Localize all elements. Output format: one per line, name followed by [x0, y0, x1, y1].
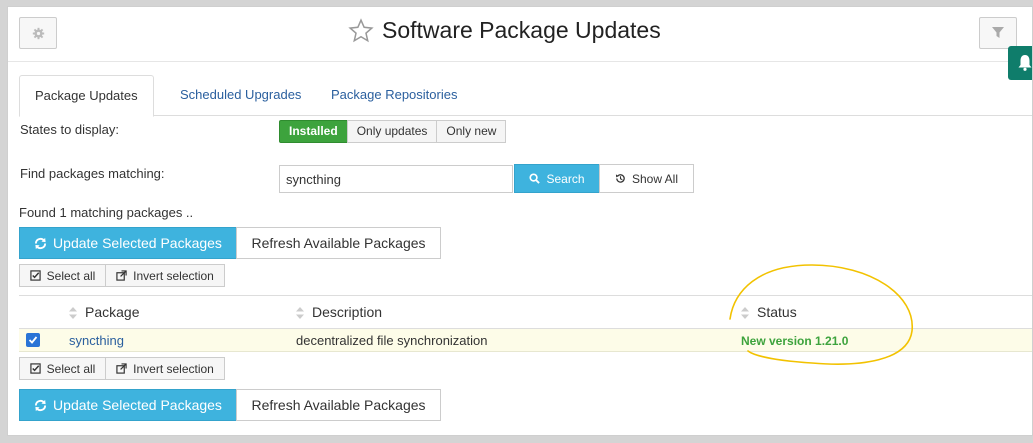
show-all-button[interactable]: Show All — [599, 164, 694, 193]
star-icon[interactable] — [348, 17, 374, 44]
invert-selection-button[interactable]: Invert selection — [105, 264, 225, 287]
gear-icon — [32, 27, 44, 39]
package-cell: syncthing — [69, 328, 296, 352]
search-icon — [529, 173, 541, 184]
filter-icon — [992, 27, 1004, 38]
update-selected-label: Update Selected Packages — [53, 235, 222, 251]
page-title-group: Software Package Updates — [348, 17, 661, 44]
row-select-cell — [19, 328, 69, 352]
invert-selection-label: Invert selection — [133, 361, 214, 376]
update-selected-label: Update Selected Packages — [53, 397, 222, 413]
update-selected-button[interactable]: Update Selected Packages — [19, 227, 237, 259]
refresh-available-button-bottom[interactable]: Refresh Available Packages — [236, 389, 441, 421]
state-only-new-button[interactable]: Only new — [436, 120, 507, 143]
state-installed-button[interactable]: Installed — [279, 120, 348, 143]
update-selected-button-bottom[interactable]: Update Selected Packages — [19, 389, 237, 421]
search-button[interactable]: Search — [514, 164, 600, 193]
state-only-updates-button[interactable]: Only updates — [346, 120, 438, 143]
states-toggle-group: Installed Only updates Only new — [279, 120, 507, 143]
refresh-icon — [34, 399, 47, 411]
check-square-icon — [29, 270, 41, 281]
tab-package-updates[interactable]: Package Updates — [19, 75, 154, 117]
description-cell: decentralized file synchronization — [296, 328, 741, 352]
package-link[interactable]: syncthing — [69, 333, 124, 348]
select-all-label: Select all — [46, 361, 96, 376]
page-header: Software Package Updates — [8, 7, 1032, 62]
select-all-button[interactable]: Select all — [19, 264, 106, 287]
check-square-icon — [29, 363, 41, 374]
column-label-description: Description — [312, 304, 383, 320]
search-input[interactable] — [279, 165, 513, 193]
show-all-label: Show All — [631, 171, 679, 186]
invert-selection-label: Invert selection — [133, 268, 214, 283]
page-title: Software Package Updates — [382, 17, 661, 43]
filter-button[interactable] — [979, 17, 1017, 49]
column-header-description[interactable]: Description — [296, 295, 741, 329]
tab-package-repositories[interactable]: Package Repositories — [316, 75, 472, 116]
column-header-package[interactable]: Package — [69, 295, 296, 329]
checkmark-icon — [28, 335, 38, 344]
external-link-icon — [116, 363, 127, 374]
sort-icon — [296, 307, 304, 320]
search-button-label: Search — [546, 171, 585, 186]
select-column-header — [19, 295, 69, 329]
select-all-label: Select all — [46, 268, 96, 283]
column-label-package: Package — [85, 304, 140, 320]
page-frame: Software Package Updates Package Updates… — [7, 6, 1033, 436]
bell-icon — [1018, 55, 1032, 71]
find-label: Find packages matching: — [20, 166, 165, 181]
refresh-available-button[interactable]: Refresh Available Packages — [236, 227, 441, 259]
states-label: States to display: — [20, 122, 119, 137]
results-summary: Found 1 matching packages .. — [19, 205, 194, 220]
settings-button[interactable] — [19, 17, 57, 49]
tab-bar: Package Updates Scheduled Upgrades Packa… — [19, 75, 1032, 117]
row-checkbox[interactable] — [26, 332, 40, 347]
tab-scheduled-upgrades[interactable]: Scheduled Upgrades — [165, 75, 316, 116]
select-all-button-bottom[interactable]: Select all — [19, 357, 106, 380]
highlight-annotation — [729, 264, 913, 365]
invert-selection-button-bottom[interactable]: Invert selection — [105, 357, 225, 380]
history-icon — [615, 174, 625, 183]
refresh-icon — [34, 237, 47, 249]
sort-icon — [69, 307, 77, 320]
external-link-icon — [116, 270, 127, 281]
